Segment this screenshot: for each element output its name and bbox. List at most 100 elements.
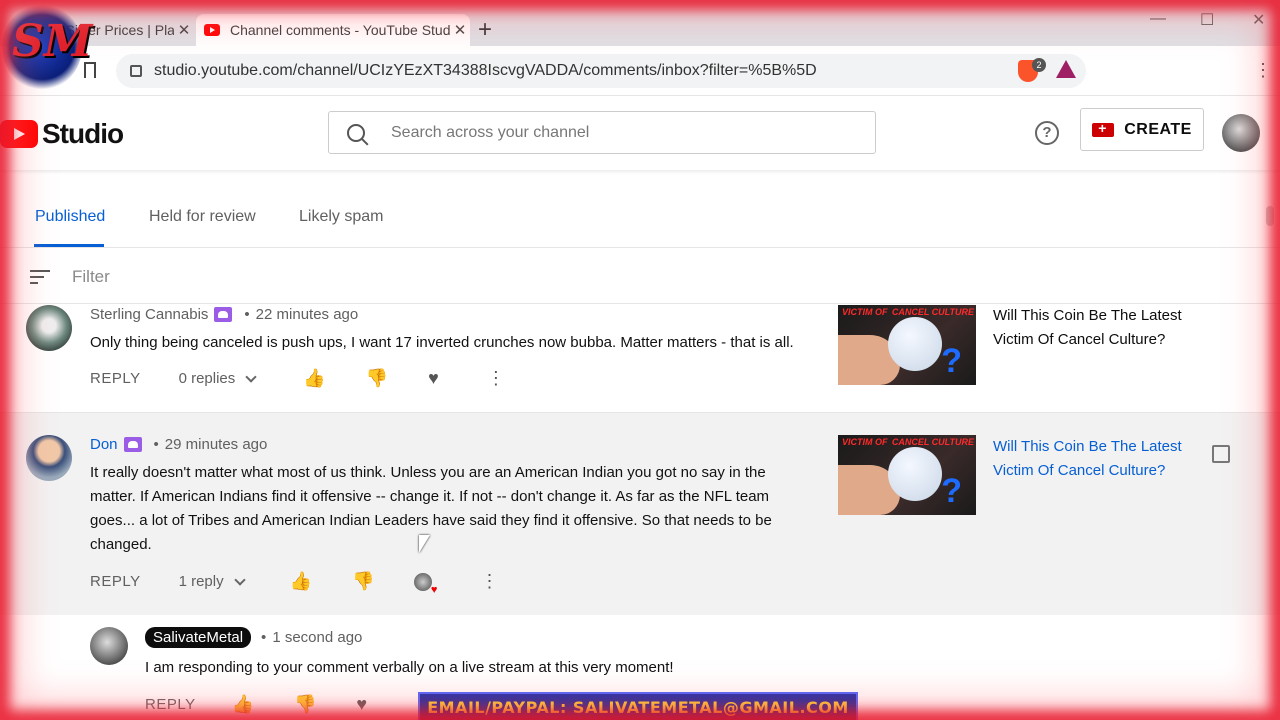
tab-likely-spam[interactable]: Likely spam [299,208,383,226]
comment-author[interactable]: Don [90,436,118,453]
help-icon[interactable]: ? [1035,121,1059,145]
reply-actions: REPLY 👍 👎 ♥ [145,694,367,715]
reply-button[interactable]: REPLY [90,573,141,590]
create-label: CREATE [1124,120,1192,138]
heart-icon[interactable]: ♥ [356,694,367,715]
more-options-icon[interactable]: ⋮ [480,571,498,592]
youtube-favicon-icon [204,24,220,36]
search-icon [347,123,365,142]
comment-text: It really doesn't matter what most of us… [90,461,810,557]
create-button[interactable]: CREATE [1080,108,1204,151]
thumbs-down-icon[interactable]: 👎 [294,694,316,715]
browser-tab-strip: | Silver Prices | Pla ✕ Channel comments… [0,0,1280,46]
thumbs-up-icon[interactable]: 👍 [290,571,312,592]
active-tab-indicator [34,244,104,247]
replies-count: 1 reply [178,573,224,590]
comment-text: Only thing being canceled is push ups, I… [90,334,794,351]
replies-toggle[interactable]: 0 replies [178,370,257,387]
lock-icon [130,65,142,77]
tab-held-for-review[interactable]: Held for review [149,208,256,226]
reply-time[interactable]: 1 second ago [272,629,362,646]
thumbnail-question-mark: ? [941,472,962,510]
replies-count: 0 replies [178,370,236,387]
close-window-button[interactable]: ✕ [1252,10,1265,30]
thumbnail-text: CANCEL CULTURE [891,437,974,447]
separator-dot: • [261,629,267,646]
chevron-down-icon [245,370,257,383]
comment-text-line: goes... a lot of Tribes and American Ind… [90,512,772,529]
scrollbar-thumb[interactable] [1266,206,1274,226]
filter-input[interactable]: Filter [72,267,110,287]
comment-actions: REPLY 1 reply 👍 👎 ♥ ⋮ [90,571,498,596]
channel-owner-chip[interactable]: SalivateMetal [145,627,252,648]
comment-row: Sterling Cannabis • 22 minutes ago Only … [0,305,1280,413]
tab-published[interactable]: Published [35,208,105,226]
thumbs-down-icon[interactable]: 👎 [366,368,388,389]
heart-icon[interactable]: ♥ [428,368,439,389]
comment-author[interactable]: Sterling Cannabis [90,306,208,323]
video-title[interactable]: Will This Coin Be The Latest Victim Of C… [993,304,1183,352]
thumbs-down-icon[interactable]: 👎 [352,571,374,592]
video-thumbnail[interactable]: VICTIM OF CANCEL CULTURE ? [838,435,976,515]
youtube-play-icon [0,120,38,148]
brave-rewards-icon[interactable] [1056,60,1076,78]
channel-search-input[interactable]: Search across your channel [328,111,876,154]
url-text: studio.youtube.com/channel/UCIzYEzXT3438… [154,62,817,79]
open-external-icon[interactable] [1212,445,1230,463]
screen: | Silver Prices | Pla ✕ Channel comments… [0,0,1280,720]
thumbnail-coin [888,317,942,371]
stream-logo: SM [2,4,92,90]
creator-heart-icon[interactable]: ♥ [414,572,437,596]
comment-text-line: matter. If American Indians find it offe… [90,488,770,505]
studio-header: Studio Search across your channel ? CREA… [0,96,1280,170]
account-avatar[interactable] [1222,114,1260,152]
logo-text: SM [12,16,93,67]
video-thumbnail[interactable]: VICTIM OF CANCEL CULTURE ? [838,305,976,385]
thumbnail-question-mark: ? [941,342,962,380]
thumbnail-text: VICTIM OF [842,307,888,317]
comment-text-line: changed. [90,536,152,553]
thumbs-up-icon[interactable]: 👍 [232,694,254,715]
chevron-down-icon [233,573,246,586]
page-scrollbar[interactable] [1266,170,1274,720]
reply-button[interactable]: REPLY [90,370,141,387]
thumbs-up-icon[interactable]: 👍 [303,368,325,389]
tab-close-icon[interactable]: ✕ [450,21,470,39]
separator-dot: • [244,306,250,323]
tab-close-icon[interactable]: ✕ [174,21,194,39]
avatar[interactable] [90,627,128,665]
email-banner: EMAIL/PAYPAL: SALIVATEMETAL@GMAIL.COM [418,692,858,720]
more-options-icon[interactable]: ⋮ [487,368,505,389]
comment-meta: Sterling Cannabis • 22 minutes ago [90,306,358,323]
avatar[interactable] [26,305,72,351]
replies-toggle[interactable]: 1 reply [178,573,246,590]
address-bar[interactable]: studio.youtube.com/channel/UCIzYEzXT3438… [116,54,1086,88]
video-camera-icon [1092,120,1115,137]
video-title[interactable]: Will This Coin Be The Latest Victim Of C… [993,435,1183,483]
logo-text: Studio [42,118,124,149]
comment-meta: Don • 29 minutes ago [90,436,267,453]
thumbnail-coin [888,447,942,501]
comment-time[interactable]: 29 minutes ago [165,436,268,453]
reply-text: I am responding to your comment verbally… [145,659,674,676]
filter-icon[interactable] [30,270,50,288]
browser-tab-comments[interactable]: Channel comments - YouTube Stud ✕ [196,14,470,46]
comment-text-line: It really doesn't matter what most of us… [90,464,766,481]
comment-tabs: Published Held for review Likely spam [0,170,1280,248]
new-tab-button[interactable]: + [478,16,492,44]
comment-time[interactable]: 22 minutes ago [256,306,359,323]
search-placeholder: Search across your channel [391,123,590,141]
avatar[interactable] [26,435,72,481]
member-badge-icon [123,437,142,452]
minimize-button[interactable]: — [1150,10,1166,28]
maximize-button[interactable]: ☐ [1200,10,1214,30]
browser-toolbar: studio.youtube.com/channel/UCIzYEzXT3438… [0,46,1280,96]
youtube-studio-logo[interactable]: Studio [0,118,124,150]
reply-meta: SalivateMetal • 1 second ago [145,627,362,648]
reply-button[interactable]: REPLY [145,696,196,713]
brave-shields-badge: 2 [1032,58,1046,72]
tab-title: Channel comments - YouTube Stud [230,22,450,38]
browser-menu-icon[interactable]: ⋮ [1254,60,1272,81]
comment-actions: REPLY 0 replies 👍 👎 ♥ ⋮ [90,368,505,389]
filter-bar[interactable]: Filter [0,248,1280,304]
